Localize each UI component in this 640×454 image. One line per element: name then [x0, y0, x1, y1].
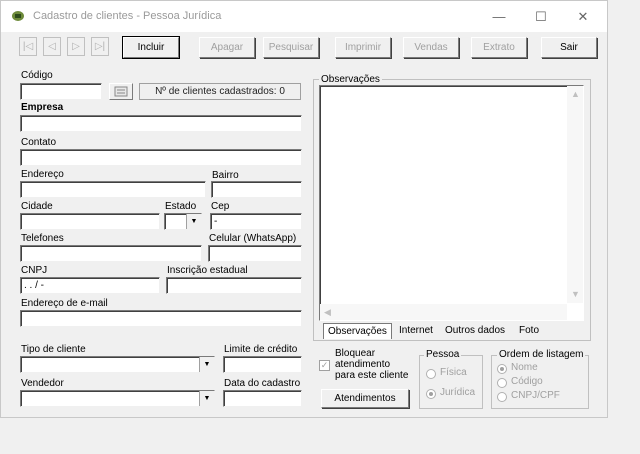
telefones-label: Telefones	[21, 233, 64, 244]
chevron-down-icon[interactable]: ▼	[199, 391, 214, 406]
ordem-cnpj-radio[interactable]	[497, 392, 507, 402]
vertical-scrollbar[interactable]: ▲ ▼	[567, 86, 583, 303]
tipo-label: Tipo de cliente	[21, 344, 86, 355]
imprimir-button[interactable]: Imprimir	[335, 37, 391, 58]
tipo-select[interactable]: ▼	[20, 356, 215, 373]
observacoes-title: Observações	[319, 74, 382, 85]
window-title: Cadastro de clientes - Pessoa Jurídica	[33, 10, 222, 22]
nav-prev-button[interactable]: ◁	[43, 37, 61, 56]
ordem-nome-label: Nome	[511, 362, 538, 373]
estado-select[interactable]: ▼	[164, 213, 202, 230]
tab-internet[interactable]: Internet	[395, 323, 437, 338]
cnpj-field[interactable]: . . / -	[20, 277, 160, 294]
pessoa-group	[419, 355, 483, 409]
ordem-nome-radio[interactable]	[497, 364, 507, 374]
calculator-button[interactable]	[109, 83, 133, 100]
scroll-down-icon[interactable]: ▼	[571, 289, 580, 299]
close-button[interactable]: ✕	[571, 7, 595, 27]
calculator-icon	[114, 86, 128, 97]
vendedor-select[interactable]: ▼	[20, 390, 215, 407]
tab-foto[interactable]: Foto	[515, 323, 543, 338]
bloquear-checkbox[interactable]: ✓	[319, 360, 330, 371]
nav-next-button[interactable]: ▷	[67, 37, 85, 56]
data-label: Data do cadastro	[224, 378, 301, 389]
endereco-label: Endereço	[21, 169, 64, 180]
empresa-label: Empresa	[21, 102, 64, 113]
pessoa-juridica-radio[interactable]	[426, 389, 436, 399]
codigo-label: Código	[21, 70, 53, 81]
client-counter: Nº de clientes cadastrados: 0	[139, 83, 301, 100]
codigo-field[interactable]	[20, 83, 102, 100]
limite-field[interactable]	[223, 356, 302, 373]
bairro-label: Bairro	[212, 170, 239, 181]
nav-first-button[interactable]: |◁	[19, 37, 37, 56]
pessoa-title: Pessoa	[424, 349, 462, 360]
ordem-codigo-radio[interactable]	[497, 378, 507, 388]
desktop-background	[0, 418, 640, 454]
incluir-button[interactable]: Incluir	[122, 36, 180, 59]
main-window: Cadastro de clientes - Pessoa Jurídica —…	[0, 0, 608, 418]
celular-field[interactable]	[208, 245, 302, 262]
maximize-button[interactable]: ☐	[529, 7, 553, 27]
vendas-button[interactable]: Vendas	[403, 37, 459, 58]
empresa-field[interactable]	[20, 115, 302, 132]
title-bar: Cadastro de clientes - Pessoa Jurídica —…	[1, 1, 607, 32]
horizontal-scrollbar[interactable]: ◀	[320, 304, 567, 320]
ie-label: Inscrição estadual	[167, 265, 248, 276]
cnpj-label: CNPJ	[21, 265, 48, 276]
scroll-up-icon[interactable]: ▲	[571, 89, 580, 99]
ordem-title: Ordem de listagem	[497, 349, 586, 360]
cep-label: Cep	[211, 201, 230, 212]
scroll-left-icon[interactable]: ◀	[324, 307, 331, 318]
vendedor-label: Vendedor	[21, 378, 64, 389]
estado-label: Estado	[165, 201, 197, 212]
data-field[interactable]	[223, 390, 302, 407]
cidade-field[interactable]	[20, 213, 160, 230]
contato-field[interactable]	[20, 149, 302, 166]
observacoes-memo[interactable]: ▲ ▼ ◀	[319, 85, 584, 321]
email-label: Endereço de e-mail	[21, 298, 108, 309]
tab-observacoes[interactable]: Observações	[323, 323, 392, 339]
sair-button[interactable]: Sair	[541, 37, 597, 58]
ie-field[interactable]	[166, 277, 302, 294]
chevron-down-icon[interactable]: ▼	[186, 214, 201, 229]
pesquisar-button[interactable]: Pesquisar	[263, 37, 319, 58]
minimize-button[interactable]: —	[487, 7, 511, 27]
pessoa-juridica-label: Jurídica	[440, 387, 476, 398]
cidade-label: Cidade	[21, 201, 53, 212]
atendimentos-button[interactable]: Atendimentos	[321, 389, 409, 408]
nav-last-button[interactable]: ▷|	[91, 37, 109, 56]
pessoa-fisica-label: Física	[440, 367, 467, 378]
bloquear-label-2: atendimento	[335, 359, 391, 370]
limite-label: Limite de crédito	[224, 344, 298, 355]
telefones-field[interactable]	[20, 245, 202, 262]
celular-label: Celular (WhatsApp)	[209, 233, 297, 244]
apagar-button[interactable]: Apagar	[199, 37, 255, 58]
chevron-down-icon[interactable]: ▼	[199, 357, 214, 372]
app-icon	[12, 11, 24, 21]
bloquear-label-3: para este cliente	[335, 370, 409, 381]
tab-outros-dados[interactable]: Outros dados	[441, 323, 509, 338]
endereco-field[interactable]	[20, 181, 206, 198]
extrato-button[interactable]: Extrato	[471, 37, 527, 58]
ordem-cnpj-label: CNPJ/CPF	[511, 390, 560, 401]
contato-label: Contato	[21, 137, 57, 148]
cep-field[interactable]: -	[210, 213, 302, 230]
bloquear-label-1: Bloquear	[335, 348, 376, 359]
email-field[interactable]	[20, 310, 302, 327]
ordem-codigo-label: Código	[511, 376, 543, 387]
pessoa-fisica-radio[interactable]	[426, 369, 436, 379]
bairro-field[interactable]	[211, 181, 302, 198]
